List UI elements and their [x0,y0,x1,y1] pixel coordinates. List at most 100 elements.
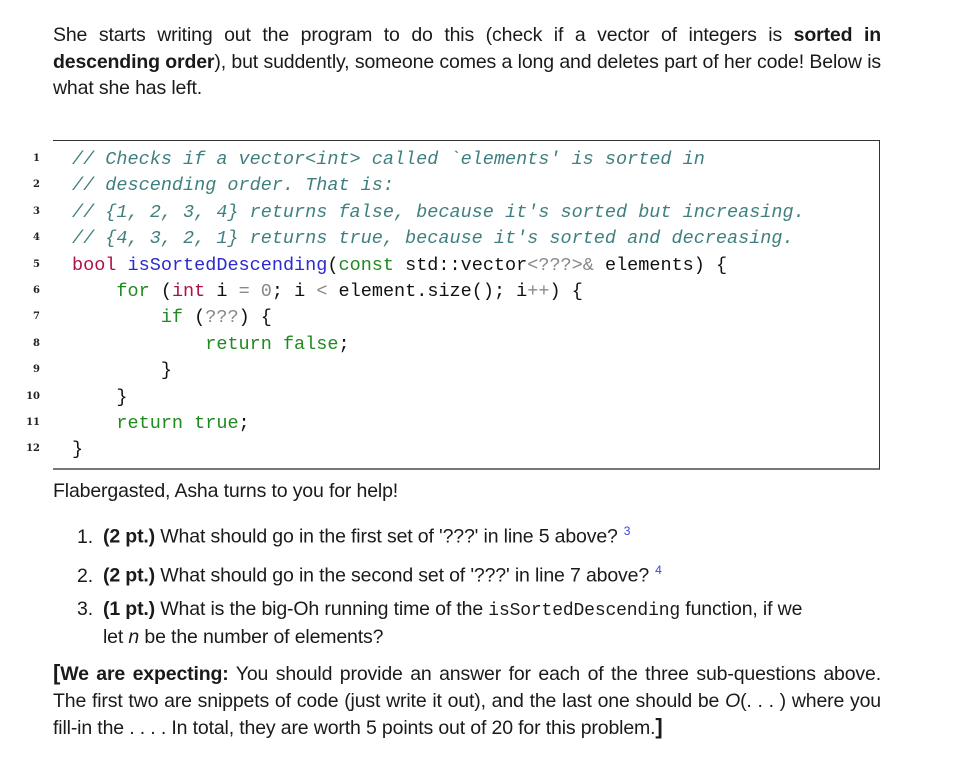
code-line: 1 // Checks if a vector<int> called `elem… [0,147,900,173]
code-token-kw: return true [116,413,239,434]
line-number: 12 [26,443,40,455]
code-token-plain: ; i [271,281,317,302]
code-text: return false; [72,332,350,358]
line-number: 6 [33,285,40,296]
code-token-dim: ++ [527,281,550,302]
line-number: 1 [33,153,40,164]
code-line: 11 return true; [0,411,900,437]
question-text: function, if we [680,598,803,620]
code-text: for (int i = 0; i < element.size(); i++)… [72,279,583,305]
code-token-comment: // Checks if a vector<int> called `eleme… [72,149,705,170]
question-text: be the number of elements? [139,626,384,648]
footnote-link[interactable]: 4 [655,563,662,577]
code-token-plain: ( [327,254,339,276]
code-line: 2 // descending order. That is: [0,173,900,199]
code-text: } [72,437,83,463]
code-text: // Checks if a vector<int> called `eleme… [72,147,705,173]
code-line: 3 // {1, 2, 3, 4} returns false, because … [0,200,900,226]
code-text: if (???) { [72,305,272,331]
line-number: 5 [33,258,40,270]
code-text: } [72,385,128,411]
code-text: bool isSortedDescending(const std::vecto… [72,253,727,279]
code-token-plain: ( [183,307,206,329]
intro-paragraph: She starts writing out the program to do… [53,22,881,102]
code-token-plain: ; [338,333,350,355]
code-token-dim: ??? [205,307,239,329]
line-number: 7 [33,311,40,323]
line-number: 10 [26,390,40,402]
line-number: 2 [33,179,40,191]
question-points: (2 pt.) [103,564,156,587]
question-number: 1. [77,525,93,548]
code-line: 6 for (int i = 0; i < element.size(); i+… [0,279,900,305]
code-line: 8 return false; [0,332,900,358]
line-number: 8 [33,337,40,349]
line-number: 9 [33,364,40,376]
function-name-code: isSortedDescending [488,601,681,621]
questions-section: Flabergasted, Asha turns to you for help… [53,478,893,648]
code-text: } [72,358,172,384]
expecting-label: We are expecting: [60,663,229,685]
code-line: 4 // {4, 3, 2, 1} returns true, because i… [0,226,900,252]
code-text: return true; [72,411,250,437]
code-token-plain: element.size(); i [327,281,528,302]
code-token-dim: <???>& [527,254,594,276]
flabbergasted-text: Flabergasted, Asha turns to you for help… [53,480,399,502]
code-token-plain: ; [238,413,250,434]
code-text: // descending order. That is: [72,173,394,199]
code-token-plain: ( [149,281,172,302]
code-line: 9 } [0,358,900,384]
code-line: 5 bool isSortedDescending(const std::vect… [0,253,900,279]
variable-n: n [128,626,140,648]
question-text: let [103,626,129,648]
code-token-dim: 0 [260,281,272,302]
code-text: // {1, 2, 3, 4} returns false, because i… [72,200,805,226]
code-token-plain: i [205,281,239,302]
code-token-kw: if [160,307,184,329]
code-token-comment: // descending order. That is: [72,175,394,197]
question-continuation: let n be the number of elements? [77,624,881,650]
code-token-comment: // {1, 2, 3, 4} returns false, because i… [72,201,805,223]
intro-text-1: She starts writing out the program to do… [53,24,794,46]
code-token-type: int [171,281,206,302]
code-line: 12} [0,437,900,463]
code-token-kw: const [338,254,394,276]
question-text: What should go in the second set of '???… [155,564,650,587]
question-points: (1 pt.) [103,598,156,620]
code-token-comment: // {4, 3, 2, 1} returns true, because it… [72,228,794,250]
footnote-link[interactable]: 3 [624,524,631,538]
question-2: 2. (2 pt.) What should go in the second s… [77,557,881,589]
code-token-type: bool [72,254,117,276]
code-token-plain: } [72,360,172,382]
code-token-func: isSortedDescending [127,254,328,276]
line-number: 4 [33,232,40,244]
code-token-dim: < [316,281,328,302]
big-o-symbol: O [725,689,741,712]
code-line: 10 } [0,385,900,411]
code-token-plain: std::vector [394,254,528,276]
code-token-plain: ) { [549,281,583,302]
question-text: What should go in the first set of '???'… [155,525,618,548]
code-token-plain: } [72,386,128,408]
code-token-kw: for [116,281,150,302]
code-token-kw: return false [205,333,339,355]
expectations-paragraph: [We are expecting: You should provide an… [53,660,881,742]
code-token-plain: elements) { [593,254,728,276]
code-token-plain: ) { [238,307,272,329]
code-token-plain: } [72,439,84,461]
question-1: 1. (2 pt.) What should go in the first se… [77,518,881,550]
code-token-dim: = [238,281,250,302]
code-line: 7 if (???) { [0,305,900,331]
line-number: 11 [26,417,40,428]
code-text: // {4, 3, 2, 1} returns true, because it… [72,226,794,252]
question-points: (2 pt.) [103,525,156,548]
close-bracket: ] [655,714,663,739]
question-number: 3. [77,598,93,620]
question-3: 3. (1 pt.) What is the big-Oh running tim… [77,596,881,650]
